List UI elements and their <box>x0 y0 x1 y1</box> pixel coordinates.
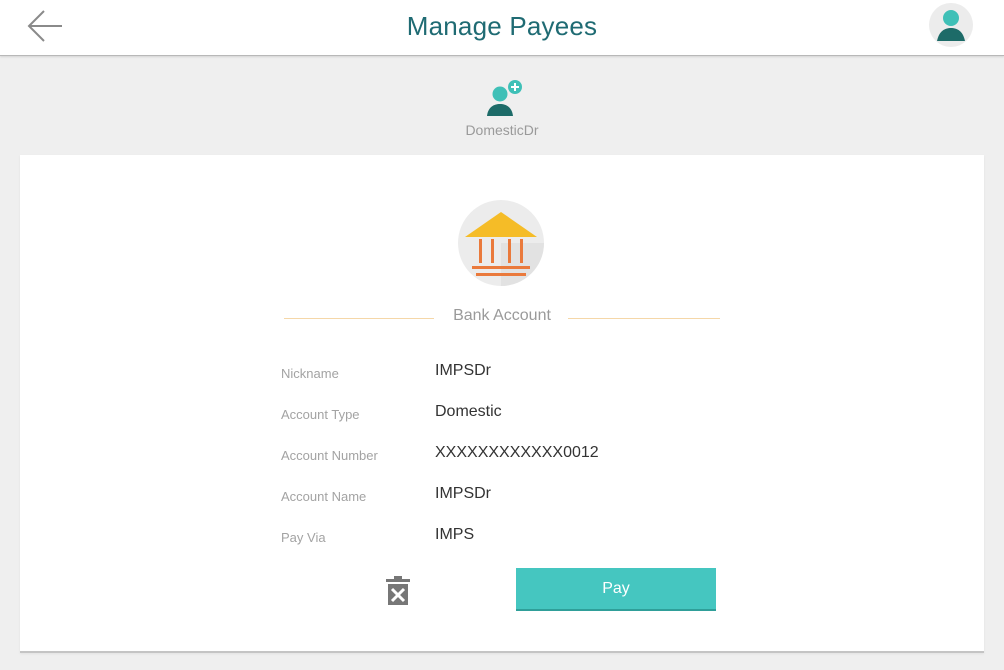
profile-button[interactable] <box>928 2 974 48</box>
trash-icon <box>386 576 410 605</box>
payee-name: DomesticDr <box>465 122 539 138</box>
pay-button[interactable]: Pay <box>516 568 716 611</box>
detail-row-account-number: Account Number XXXXXXXXXXXX0012 <box>281 444 781 468</box>
detail-label: Nickname <box>281 366 339 381</box>
add-payee-button[interactable] <box>480 76 526 120</box>
section-divider: Bank Account <box>284 305 720 331</box>
detail-value: IMPSDr <box>435 362 491 379</box>
detail-row-account-name: Account Name IMPSDr <box>281 485 781 509</box>
detail-value: XXXXXXXXXXXX0012 <box>435 444 599 461</box>
page-title: Manage Payees <box>406 11 598 41</box>
detail-value: IMPS <box>435 526 475 543</box>
detail-label: Account Type <box>281 407 360 422</box>
detail-label: Account Name <box>281 489 367 504</box>
user-avatar-icon <box>929 3 973 47</box>
detail-row-nickname: Nickname IMPSDr <box>281 362 781 386</box>
add-user-icon <box>487 80 522 116</box>
delete-payee-button[interactable] <box>381 574 415 608</box>
detail-value: IMPSDr <box>435 485 491 502</box>
detail-row-account-type: Account Type Domestic <box>281 403 781 427</box>
app-header: Manage Payees <box>0 0 1004 56</box>
bank-icon <box>457 199 545 287</box>
detail-label: Account Number <box>281 448 378 463</box>
payee-header: DomesticDr <box>0 72 1004 144</box>
account-card: Bank Account Nickname IMPSDr Account Typ… <box>20 155 984 653</box>
detail-row-pay-via: Pay Via IMPS <box>281 526 781 550</box>
section-label: Bank Account <box>453 307 551 324</box>
divider-line-right <box>568 318 720 319</box>
detail-label: Pay Via <box>281 530 326 545</box>
detail-value: Domestic <box>435 403 502 420</box>
